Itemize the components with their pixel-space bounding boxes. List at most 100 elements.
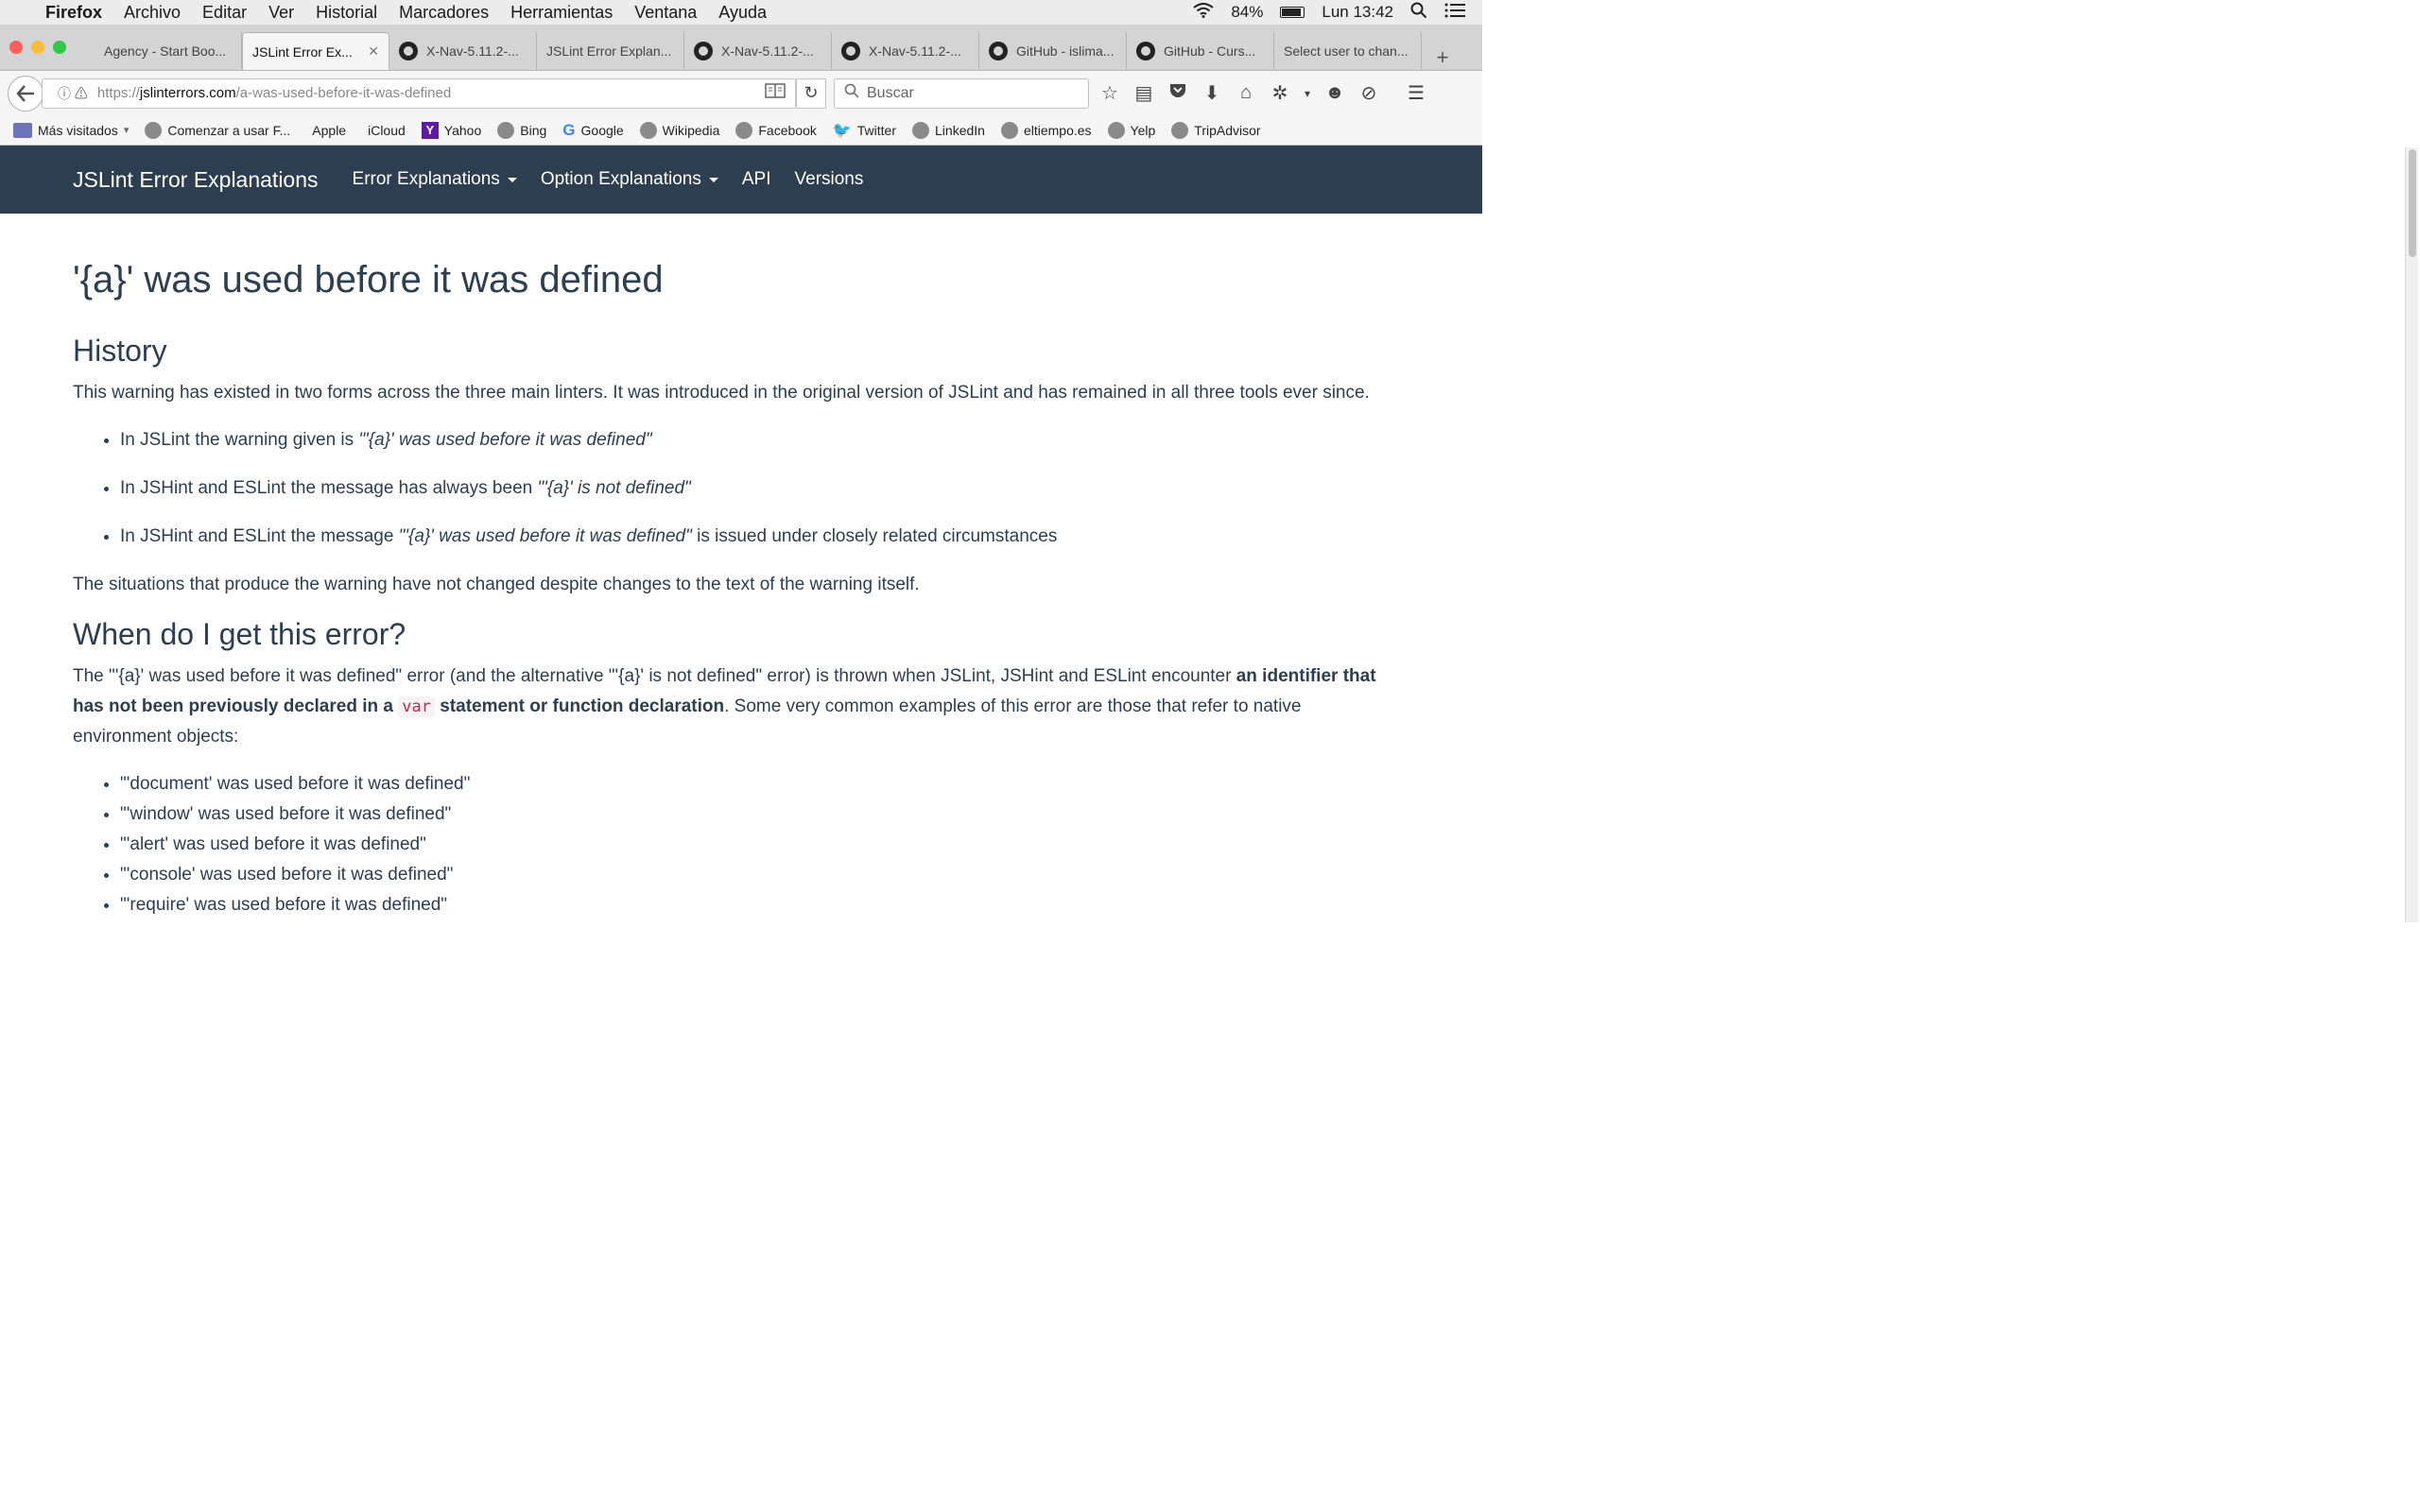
tab-label: JSLint Error Explan... xyxy=(546,43,672,59)
tab-1[interactable]: JSLint Error Ex... ✕ xyxy=(242,32,389,70)
menu-marcadores[interactable]: Marcadores xyxy=(399,3,489,23)
site-brand[interactable]: JSLint Error Explanations xyxy=(73,167,319,193)
menu-ventana[interactable]: Ventana xyxy=(634,3,697,23)
bookmark-item[interactable]: Comenzar a usar F... xyxy=(145,121,290,139)
menu-ayuda[interactable]: Ayuda xyxy=(718,3,767,23)
menu-ver[interactable]: Ver xyxy=(268,3,294,23)
nav-api[interactable]: API xyxy=(742,169,771,190)
tracking-protection-icon[interactable]: ⊘ xyxy=(1356,81,1382,105)
bookmark-item[interactable]: TripAdvisor xyxy=(1171,121,1261,139)
nav-option-explanations[interactable]: Option Explanations xyxy=(541,169,718,190)
bookmark-item[interactable]: Wikipedia xyxy=(639,121,720,139)
bookmark-label: LinkedIn xyxy=(935,122,985,138)
bookmark-label: Bing xyxy=(520,122,547,138)
wifi-icon[interactable] xyxy=(1193,2,1214,23)
tab-6[interactable]: GitHub - islima... xyxy=(979,32,1127,70)
history-list: In JSLint the warning given is "'{a}' wa… xyxy=(120,425,1390,552)
home-icon[interactable]: ⌂ xyxy=(1233,82,1259,104)
bookmark-item[interactable]: Bing xyxy=(497,121,547,139)
globe-icon xyxy=(1000,121,1018,139)
bookmark-label: Yahoo xyxy=(443,122,482,138)
downloads-icon[interactable]: ⬇ xyxy=(1199,81,1225,105)
tab-label: GitHub - Curs... xyxy=(1164,43,1256,59)
mac-menubar: Firefox Archivo Editar Ver Historial Mar… xyxy=(0,0,1482,26)
page-scrollbar[interactable] xyxy=(2405,147,2418,922)
bookmark-item[interactable]: Facebook xyxy=(735,121,817,139)
pocket-icon[interactable] xyxy=(1165,82,1191,105)
reload-button[interactable]: ↻ xyxy=(796,77,826,109)
github-icon xyxy=(1136,42,1155,60)
bookmark-item[interactable]: Y Yahoo xyxy=(421,121,482,139)
url-bar[interactable]: ⓘ ⚠ https://jslinterrors.com/a-was-used-… xyxy=(42,77,796,109)
globe-icon xyxy=(497,121,515,139)
globe-icon xyxy=(912,121,930,139)
github-icon xyxy=(989,42,1008,60)
chat-icon[interactable]: ☻ xyxy=(1322,82,1348,104)
menu-historial[interactable]: Historial xyxy=(316,3,377,23)
back-button[interactable] xyxy=(8,75,43,112)
bookmark-item[interactable]: G Google xyxy=(562,121,623,140)
menu-archivo[interactable]: Archivo xyxy=(124,3,181,23)
nav-versions[interactable]: Versions xyxy=(795,169,864,190)
close-window-button[interactable] xyxy=(9,41,23,54)
bookmark-item[interactable]: LinkedIn xyxy=(912,121,985,139)
clock[interactable]: Lun 13:42 xyxy=(1322,3,1393,22)
history-item: In JSLint the warning given is "'{a}' wa… xyxy=(120,425,1390,455)
tab-7[interactable]: GitHub - Curs... xyxy=(1127,32,1274,70)
history-item-text-after: is issued under closely related circumst… xyxy=(691,526,1058,546)
nav-toolbar: ⓘ ⚠ https://jslinterrors.com/a-was-used-… xyxy=(0,71,1482,115)
new-tab-button[interactable]: + xyxy=(1422,45,1463,70)
tab-5[interactable]: X-Nav-5.11.2-... xyxy=(832,32,979,70)
nav-error-explanations[interactable]: Error Explanations xyxy=(353,169,517,190)
bookmark-item[interactable]: Apple xyxy=(306,123,346,138)
bookmark-item[interactable]: Yelp xyxy=(1107,121,1155,139)
bookmark-label: Twitter xyxy=(856,122,897,138)
bookmarks-list-icon[interactable]: ▤ xyxy=(1131,81,1157,105)
close-tab-icon[interactable]: ✕ xyxy=(368,43,379,60)
tab-2[interactable]: X-Nav-5.11.2-... xyxy=(389,32,537,70)
battery-icon[interactable] xyxy=(1280,7,1305,18)
site-info-icon[interactable]: ⓘ ⚠ xyxy=(58,84,88,103)
menu-editar[interactable]: Editar xyxy=(202,3,247,23)
history-item-text: In JSLint the warning given is xyxy=(120,430,359,450)
globe-icon xyxy=(1107,121,1125,139)
when-heading: When do I get this error? xyxy=(73,617,406,651)
reader-view-icon[interactable] xyxy=(765,83,786,103)
globe-icon xyxy=(145,121,163,139)
bookmark-label: Wikipedia xyxy=(662,122,720,138)
search-icon xyxy=(844,83,859,103)
search-bar[interactable]: Buscar xyxy=(834,77,1089,109)
hamburger-menu-icon[interactable]: ☰ xyxy=(1403,81,1429,105)
scrollbar-thumb[interactable] xyxy=(2409,149,2416,257)
folder-icon xyxy=(13,122,32,138)
tab-4[interactable]: X-Nav-5.11.2-... xyxy=(684,32,832,70)
history-item-message: "'{a}' was used before it was defined" xyxy=(398,526,692,546)
bookmark-label: Facebook xyxy=(758,122,817,138)
tab-8[interactable]: Select user to chan... xyxy=(1274,32,1422,70)
minimize-window-button[interactable] xyxy=(31,41,44,54)
history-outro: The situations that produce the warning … xyxy=(73,575,920,594)
menu-herramientas[interactable]: Herramientas xyxy=(510,3,613,23)
bookmark-item[interactable]: Más visitados ▾ xyxy=(13,122,129,138)
tab-strip: Agency - Start Boo... JSLint Error Ex... ✕… xyxy=(0,26,1482,71)
bookmark-item[interactable]: eltiempo.es xyxy=(1000,121,1092,139)
when-bold-text: statement or function declaration xyxy=(440,696,725,716)
bookmark-star-icon[interactable]: ☆ xyxy=(1097,81,1123,105)
article: '{a}' was used before it was defined His… xyxy=(0,214,1390,920)
zoom-window-button[interactable] xyxy=(53,41,66,54)
bookmark-item[interactable]: iCloud xyxy=(362,123,406,138)
extension-bug-icon[interactable]: ✲ xyxy=(1267,81,1293,105)
tab-label: X-Nav-5.11.2-... xyxy=(869,43,961,59)
history-item-text: In JSHint and ESLint the message xyxy=(120,526,399,546)
tab-0[interactable]: Agency - Start Boo... xyxy=(95,32,242,70)
notification-center-icon[interactable] xyxy=(1444,3,1465,23)
tab-label: X-Nav-5.11.2-... xyxy=(426,43,519,59)
bookmark-item[interactable]: 🐦 Twitter xyxy=(833,121,896,140)
chevron-down-icon[interactable]: ▾ xyxy=(1301,87,1314,100)
tab-3[interactable]: JSLint Error Explan... xyxy=(537,32,684,70)
bookmark-label: iCloud xyxy=(368,122,406,138)
menu-app-name[interactable]: Firefox xyxy=(45,3,102,23)
history-heading: History xyxy=(73,334,167,368)
spotlight-search-icon[interactable] xyxy=(1410,2,1427,24)
yahoo-icon: Y xyxy=(421,121,439,139)
